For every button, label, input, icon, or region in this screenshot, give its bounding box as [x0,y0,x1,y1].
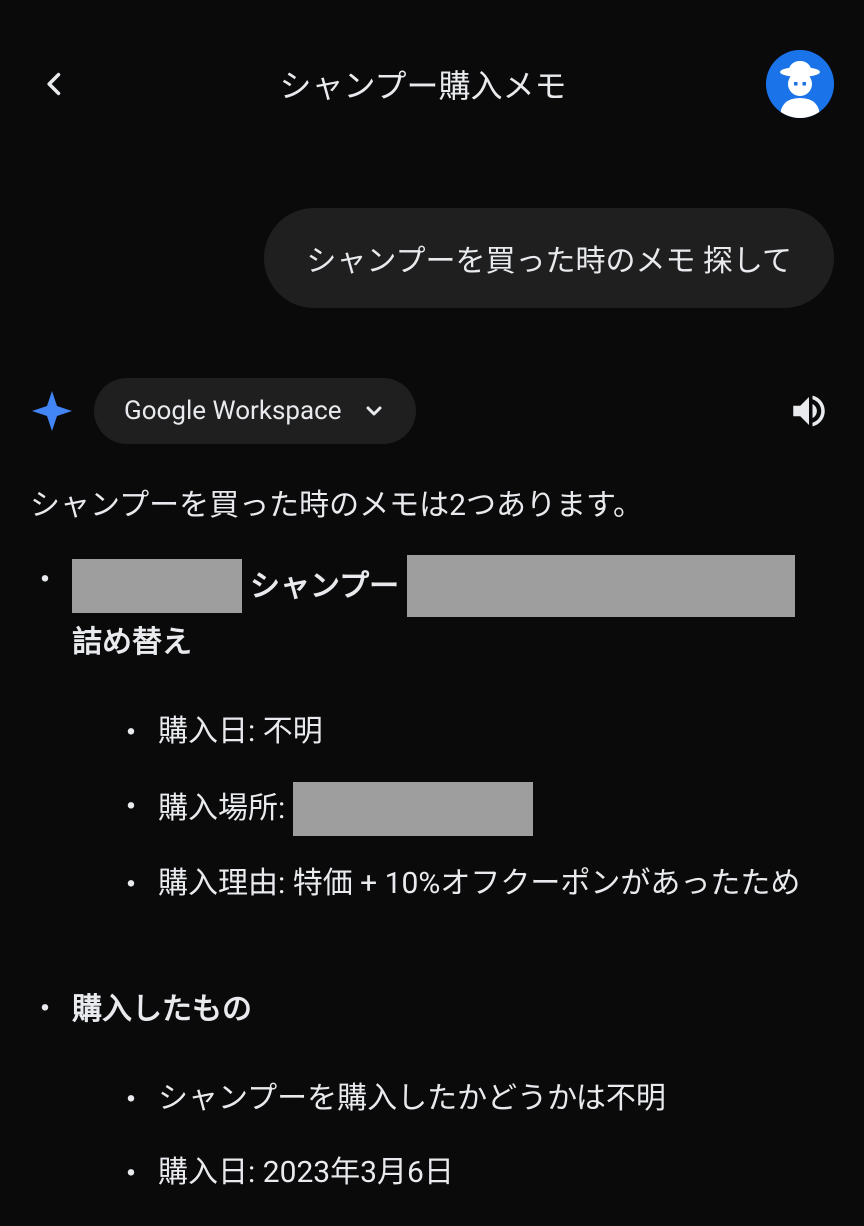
memo-list: ・ シャンプー 詰め替え ・ 購入日: 不明 ・ 購入場所: [0,540,864,1223]
workspace-label: Google Workspace [124,396,342,426]
response-intro: シャンプーを買った時のメモは2つあります。 [0,464,864,540]
bullet-icon: ・ [116,708,146,758]
bullet-icon: ・ [30,555,60,605]
memo-item-content: シャンプー 詰め替え ・ 購入日: 不明 ・ 購入場所: ・ [72,555,834,934]
speaker-icon [788,390,830,432]
bullet-icon: ・ [116,782,146,832]
speaker-button[interactable] [784,386,834,436]
avatar[interactable] [766,50,834,118]
sparkle-icon [30,389,74,433]
memo-title-row: シャンプー [72,555,834,617]
bullet-icon: ・ [116,1075,146,1125]
memo-item-2: ・ 購入したもの ・ シャンプーを購入したかどうかは不明 ・ 購入日: 2023… [30,984,834,1223]
memo-detail-item: ・ シャンプーを購入したかどうかは不明 [116,1075,834,1125]
chevron-down-icon [362,399,386,423]
avatar-icon [766,50,834,118]
memo-detail-item: ・ 購入場所: [116,782,834,836]
header: シャンプー購入メモ [0,0,864,138]
bullet-icon: ・ [30,984,60,1034]
back-button[interactable] [30,59,80,109]
user-message: シャンプーを買った時のメモ 探して [264,208,834,308]
memo-detail-item: ・ 購入日: 2023年3月6日 [116,1149,834,1199]
memo-detail-text: 購入理由: 特価 + 10%オフクーポンがあったため [158,860,834,908]
user-message-row: シャンプーを買った時のメモ 探して [0,138,864,328]
memo-detail-item: ・ 購入理由: 特価 + 10%オフクーポンがあったため [116,860,834,910]
memo-detail-text: 購入日: 2023年3月6日 [158,1149,834,1197]
memo-detail-text: シャンプーを購入したかどうかは不明 [158,1075,834,1123]
workspace-chip[interactable]: Google Workspace [94,378,416,444]
memo-detail-text: 購入日: 不明 [158,708,834,756]
assistant-header: Google Workspace [0,328,864,464]
memo-detail-text: 購入場所: [158,782,834,836]
memo-title-part-1: シャンプー [250,561,399,612]
chevron-left-icon [41,64,69,104]
page-title: シャンプー購入メモ [80,61,766,107]
memo-title-part-2: 詰め替え [72,617,834,668]
memo-detail-list: ・ シャンプーを購入したかどうかは不明 ・ 購入日: 2023年3月6日 [72,1075,834,1199]
redacted-block [72,559,242,613]
bullet-icon: ・ [116,1149,146,1199]
memo-2-title: 購入したもの [72,984,834,1035]
memo-item-1: ・ シャンプー 詰め替え ・ 購入日: 不明 ・ 購入場所: [30,555,834,934]
redacted-block [293,782,533,836]
memo-detail-item: ・ 購入日: 不明 [116,708,834,758]
memo-item-content: 購入したもの ・ シャンプーを購入したかどうかは不明 ・ 購入日: 2023年3… [72,984,834,1223]
memo-detail-list: ・ 購入日: 不明 ・ 購入場所: ・ 購入理由: 特価 + 10%オフクーポン… [72,708,834,910]
redacted-block [407,555,795,617]
bullet-icon: ・ [116,860,146,910]
